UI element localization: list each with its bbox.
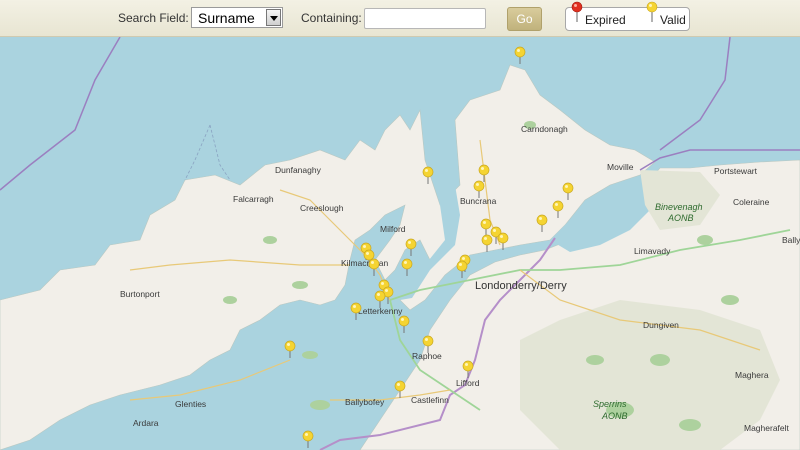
place-kilmacrenan: Kilmacrenan <box>341 258 389 268</box>
place-sperrins-aonb: AONB <box>601 411 628 421</box>
place-londonderry: Londonderry/Derry <box>475 280 567 292</box>
place-buncrana: Buncrana <box>460 196 497 206</box>
place-lifford: Lifford <box>456 378 480 388</box>
place-letterkenny: Letterkenny <box>358 306 403 316</box>
place-moville: Moville <box>607 162 634 172</box>
search-field-select[interactable]: Surname <box>191 7 283 28</box>
place-glenties: Glenties <box>175 399 206 409</box>
search-field-value: Surname <box>198 10 255 26</box>
place-milford: Milford <box>380 224 406 234</box>
containing-input[interactable] <box>364 8 486 29</box>
place-binevenagh-aonb: AONB <box>667 213 694 223</box>
place-burtonport: Burtonport <box>120 289 160 299</box>
containing-label: Containing: <box>301 11 362 25</box>
expired-pin-icon <box>571 1 583 22</box>
place-carndonagh: Carndonagh <box>521 124 568 134</box>
valid-pin-icon <box>646 1 658 22</box>
place-creeslough: Creeslough <box>300 203 344 213</box>
go-button[interactable]: Go <box>507 7 542 31</box>
chevron-down-icon[interactable] <box>266 9 281 26</box>
place-castlefinn: Castlefinn <box>411 395 449 405</box>
place-sperrins: Sperrins <box>593 399 627 409</box>
map-canvas[interactable]: Dunfanaghy Falcarragh Creeslough Milford… <box>0 0 800 450</box>
search-field-label: Search Field: <box>118 11 189 25</box>
place-binevenagh: Binevenagh <box>655 202 703 212</box>
place-falcarragh: Falcarragh <box>233 194 274 204</box>
search-toolbar: Search Field: Surname Containing: Go Exp… <box>0 0 800 37</box>
legend: Expired Valid <box>565 1 690 31</box>
place-magherafelt: Magherafelt <box>744 423 790 433</box>
place-bally: Bally <box>782 235 800 245</box>
place-dungiven: Dungiven <box>643 320 679 330</box>
legend-expired-label: Expired <box>585 13 626 27</box>
place-raphoe: Raphoe <box>412 351 442 361</box>
place-ballybofey: Ballybofey <box>345 397 385 407</box>
place-coleraine: Coleraine <box>733 197 770 207</box>
place-ardara: Ardara <box>133 418 159 428</box>
place-limavady: Limavady <box>634 246 671 256</box>
legend-valid-label: Valid <box>660 13 686 27</box>
place-portstewart: Portstewart <box>714 166 758 176</box>
place-maghera: Maghera <box>735 370 769 380</box>
place-dunfanaghy: Dunfanaghy <box>275 165 322 175</box>
